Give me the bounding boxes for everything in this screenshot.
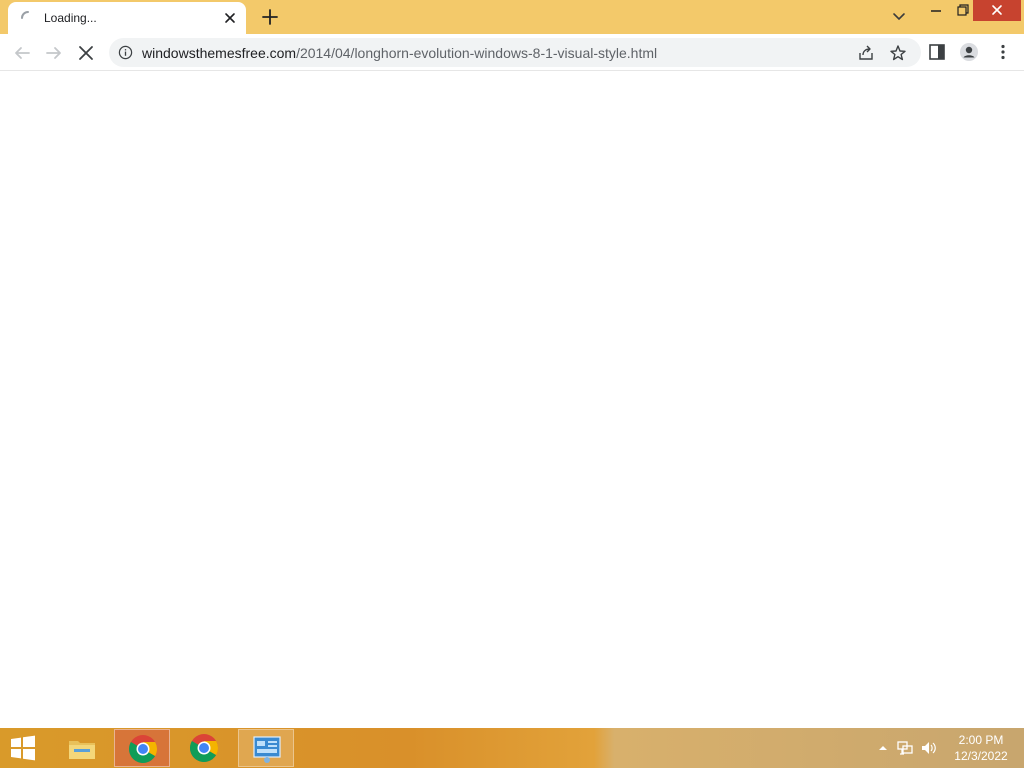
address-bar[interactable]: windowsthemesfree.com/2014/04/longhorn-e… (109, 38, 921, 67)
restore-button[interactable] (948, 0, 976, 22)
chrome-icon (129, 735, 157, 763)
taskbar: 2:00 PM 12/3/2022 (0, 728, 1024, 768)
taskbar-chrome[interactable] (176, 729, 232, 767)
clock-time: 2:00 PM (958, 733, 1004, 747)
title-bar: Loading... (0, 0, 1024, 34)
volume-icon[interactable] (920, 739, 938, 757)
minimize-button[interactable] (922, 0, 950, 22)
taskbar-control-panel[interactable] (238, 729, 294, 767)
stop-loading-button[interactable] (74, 41, 98, 65)
side-panel-icon[interactable] (927, 42, 947, 62)
browser-tab[interactable]: Loading... (8, 2, 246, 34)
control-panel-icon (253, 736, 281, 763)
url-path: /2014/04/longhorn-evolution-windows-8-1-… (296, 45, 658, 61)
system-clock[interactable]: 2:00 PM 12/3/2022 (946, 732, 1016, 764)
taskbar-file-explorer[interactable] (54, 729, 110, 767)
info-icon[interactable] (118, 45, 133, 60)
taskbar-chrome-active[interactable] (114, 729, 170, 767)
page-content (0, 71, 1024, 728)
new-tab-button[interactable] (259, 6, 281, 28)
clock-date: 12/3/2022 (954, 749, 1008, 763)
folder-icon (69, 741, 95, 759)
browser-toolbar: windowsthemesfree.com/2014/04/longhorn-e… (0, 34, 1024, 71)
star-icon[interactable] (889, 44, 907, 62)
loading-spinner-icon (21, 11, 29, 19)
url-host: windowsthemesfree.com (142, 45, 297, 61)
kebab-menu-icon[interactable] (993, 42, 1013, 62)
tab-title: Loading... (44, 11, 97, 25)
url-text[interactable]: windowsthemesfree.com/2014/04/longhorn-e… (142, 45, 657, 61)
share-icon[interactable] (857, 44, 875, 62)
profile-icon[interactable] (959, 42, 979, 62)
windows-logo-icon[interactable] (8, 734, 38, 762)
window-close-button[interactable] (973, 0, 1021, 21)
forward-button[interactable] (42, 41, 66, 65)
network-icon[interactable] (896, 739, 914, 757)
tray-arrow-icon[interactable] (874, 739, 892, 757)
close-icon[interactable] (221, 9, 239, 27)
chrome-icon (190, 734, 218, 762)
tab-search-button[interactable] (885, 6, 913, 28)
back-button[interactable] (10, 41, 34, 65)
